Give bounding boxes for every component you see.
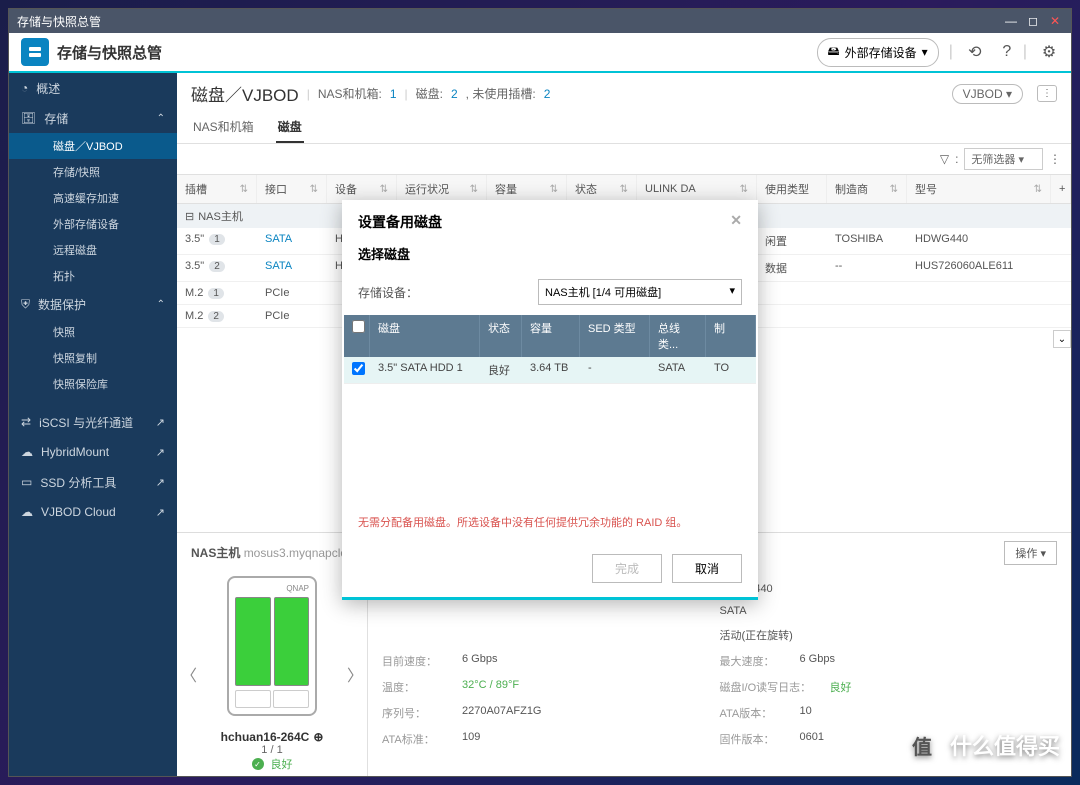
chevron-down-icon: ▾: [922, 45, 928, 59]
sidebar-topology[interactable]: 拓扑: [9, 263, 177, 289]
storage-icon: 🗄: [21, 111, 36, 125]
ssd-icon: ▭: [21, 475, 32, 489]
sidebar-hybridmount[interactable]: ☁HybridMount↗: [9, 437, 177, 467]
sidebar-remote-disk[interactable]: 远程磁盘: [9, 237, 177, 263]
shield-icon: ⛨: [21, 297, 30, 312]
sidebar-snapshot[interactable]: 快照: [9, 319, 177, 345]
cloud-icon: ☁: [21, 505, 33, 519]
sidebar-data-protect[interactable]: ⛨数据保护⌃: [9, 289, 177, 319]
watermark-icon: 值: [902, 725, 942, 765]
collapse-button[interactable]: ⌄: [1053, 330, 1071, 348]
modal-table-row[interactable]: 3.5" SATA HDD 1 良好 3.64 TB - SATA TO: [344, 357, 756, 384]
window-title: 存储与快照总管: [17, 13, 101, 30]
chevron-down-icon: ▾: [729, 284, 735, 300]
filter-select[interactable]: 无筛选器 ▾: [964, 148, 1043, 170]
sidebar-ssd-tool[interactable]: ▭SSD 分析工具↗: [9, 467, 177, 497]
vjbod-button[interactable]: VJBOD ▾: [952, 84, 1023, 104]
sidebar-storage-snapshot[interactable]: 存储/快照: [9, 159, 177, 185]
modal-disk-table: 磁盘 状态 容量 SED 类型 总线类... 制 3.5" SATA HDD 1…: [344, 315, 756, 504]
external-storage-icon: 🖴: [828, 42, 840, 63]
more-button[interactable]: ⋮: [1037, 85, 1057, 102]
filter-icon[interactable]: ▽: [940, 152, 949, 166]
external-link-icon: ↗: [156, 416, 165, 429]
minimize-button[interactable]: —: [1003, 14, 1019, 28]
sidebar-iscsi[interactable]: ⇄iSCSI 与光纤通道↗: [9, 407, 177, 437]
sidebar-vjbod-cloud[interactable]: ☁VJBOD Cloud↗: [9, 497, 177, 527]
external-link-icon: ↗: [156, 446, 165, 459]
external-storage-button[interactable]: 🖴 外部存储设备 ▾: [817, 38, 939, 67]
watermark: 值 什么值得买: [902, 725, 1060, 765]
filter-bar: ▽: 无筛选器 ▾ ⋮: [177, 144, 1071, 175]
operation-button[interactable]: 操作 ▾: [1004, 541, 1057, 565]
modal-subtitle: 选择磁盘: [342, 240, 758, 275]
breadcrumb: 磁盘／VJBOD | NAS和机箱:1 | 磁盘:2, 未使用插槽:2 VJBO…: [177, 73, 1071, 106]
chevron-up-icon: ⌃: [157, 113, 165, 124]
sidebar: ◔概述 🗄存储⌃ 磁盘／VJBOD 存储/快照 高速缓存加速 外部存储设备 远程…: [9, 73, 177, 776]
help-button[interactable]: ?: [997, 42, 1017, 62]
settings-button[interactable]: ⚙: [1039, 42, 1059, 62]
app-icon: [21, 38, 49, 66]
spare-disk-modal: 设置备用磁盘✕ 选择磁盘 存储设备： NAS主机 [1/4 可用磁盘]▾ 磁盘 …: [342, 200, 758, 600]
sidebar-snapshot-copy[interactable]: 快照复制: [9, 345, 177, 371]
sidebar-cache-accel[interactable]: 高速缓存加速: [9, 185, 177, 211]
sidebar-overview[interactable]: ◔概述: [9, 73, 177, 103]
external-link-icon: ↗: [156, 506, 165, 519]
breadcrumb-path: 磁盘／VJBOD: [191, 81, 299, 106]
tab-disk[interactable]: 磁盘: [276, 112, 304, 143]
search-icon[interactable]: ⊕: [313, 730, 323, 744]
external-link-icon: ↗: [156, 476, 165, 489]
titlebar: 存储与快照总管 — ◻ ✕: [9, 9, 1071, 33]
select-all-checkbox[interactable]: [352, 320, 365, 333]
link-icon: ⇄: [21, 415, 31, 429]
nas-view: 〈 〉 QNAP hchuan16-264C⊕ 1 / 1 ✓良好: [177, 573, 367, 777]
next-nas-button[interactable]: 〉: [347, 662, 363, 686]
cancel-button[interactable]: 取消: [672, 554, 742, 583]
nas-status: ✓良好: [252, 756, 293, 772]
chevron-up-icon: ⌃: [157, 299, 165, 310]
add-column-button[interactable]: +: [1051, 175, 1071, 203]
maximize-button[interactable]: ◻: [1025, 14, 1041, 28]
filter-more[interactable]: ⋮: [1049, 152, 1061, 166]
bay-1[interactable]: [235, 597, 271, 686]
sidebar-storage[interactable]: 🗄存储⌃: [9, 103, 177, 133]
close-button[interactable]: ✕: [1047, 14, 1063, 28]
prev-nas-button[interactable]: 〈: [181, 662, 197, 686]
sidebar-snapshot-vault[interactable]: 快照保险库: [9, 371, 177, 397]
modal-close-button[interactable]: ✕: [730, 212, 742, 232]
cloud-icon: ☁: [21, 445, 33, 459]
nas-name: hchuan16-264C⊕: [221, 730, 324, 744]
refresh-button[interactable]: ⟲: [965, 42, 985, 62]
tab-nas-chassis[interactable]: NAS和机箱: [191, 112, 256, 143]
header: 存储与快照总管 🖴 外部存储设备 ▾ | ⟲ ? | ⚙: [9, 33, 1071, 73]
modal-warning: 无需分配备用磁盘。所选设备中没有任何提供冗余功能的 RAID 组。: [342, 504, 758, 540]
bay-2[interactable]: [274, 597, 310, 686]
row-checkbox[interactable]: [352, 362, 365, 375]
storage-device-select[interactable]: NAS主机 [1/4 可用磁盘]▾: [538, 279, 742, 305]
gauge-icon: ◔: [21, 81, 28, 95]
done-button: 完成: [592, 554, 662, 583]
sidebar-ext-storage[interactable]: 外部存储设备: [9, 211, 177, 237]
sidebar-disk-vjbod[interactable]: 磁盘／VJBOD: [9, 133, 177, 159]
nas-illustration: QNAP: [227, 576, 317, 716]
header-title: 存储与快照总管: [57, 42, 162, 63]
tabs: NAS和机箱 磁盘: [177, 106, 1071, 144]
modal-title: 设置备用磁盘: [358, 212, 442, 232]
